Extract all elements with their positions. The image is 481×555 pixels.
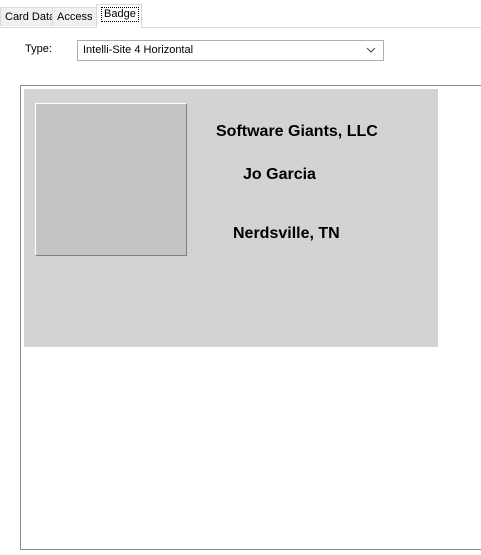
badge-window: Card Data Access Badge Type: Intelli-Sit…	[0, 0, 481, 555]
badge-person-name: Jo Garcia	[243, 166, 316, 183]
badge-location: Nerdsville, TN	[233, 225, 340, 242]
tab-access-label: Access	[57, 11, 93, 23]
badge-company: Software Giants, LLC	[216, 123, 378, 140]
photo-placeholder	[35, 103, 187, 256]
tab-badge[interactable]: Badge	[96, 4, 142, 28]
tab-card-data-label: Card Data	[5, 11, 56, 23]
badge-card: Software Giants, LLC Jo Garcia Nerdsvill…	[24, 89, 438, 347]
type-select[interactable]: Intelli-Site 4 Horizontal	[77, 40, 384, 61]
tab-card-data[interactable]: Card Data	[0, 7, 56, 26]
tab-access[interactable]: Access	[52, 7, 97, 26]
badge-tab-page: Type: Intelli-Site 4 Horizontal Software…	[0, 27, 481, 555]
badge-preview: Software Giants, LLC Jo Garcia Nerdsvill…	[20, 85, 481, 550]
chevron-down-icon	[366, 47, 376, 53]
type-label: Type:	[25, 43, 52, 55]
tab-badge-label: Badge	[101, 7, 139, 22]
tab-strip: Card Data Access Badge	[0, 0, 481, 28]
type-select-value: Intelli-Site 4 Horizontal	[83, 44, 194, 56]
